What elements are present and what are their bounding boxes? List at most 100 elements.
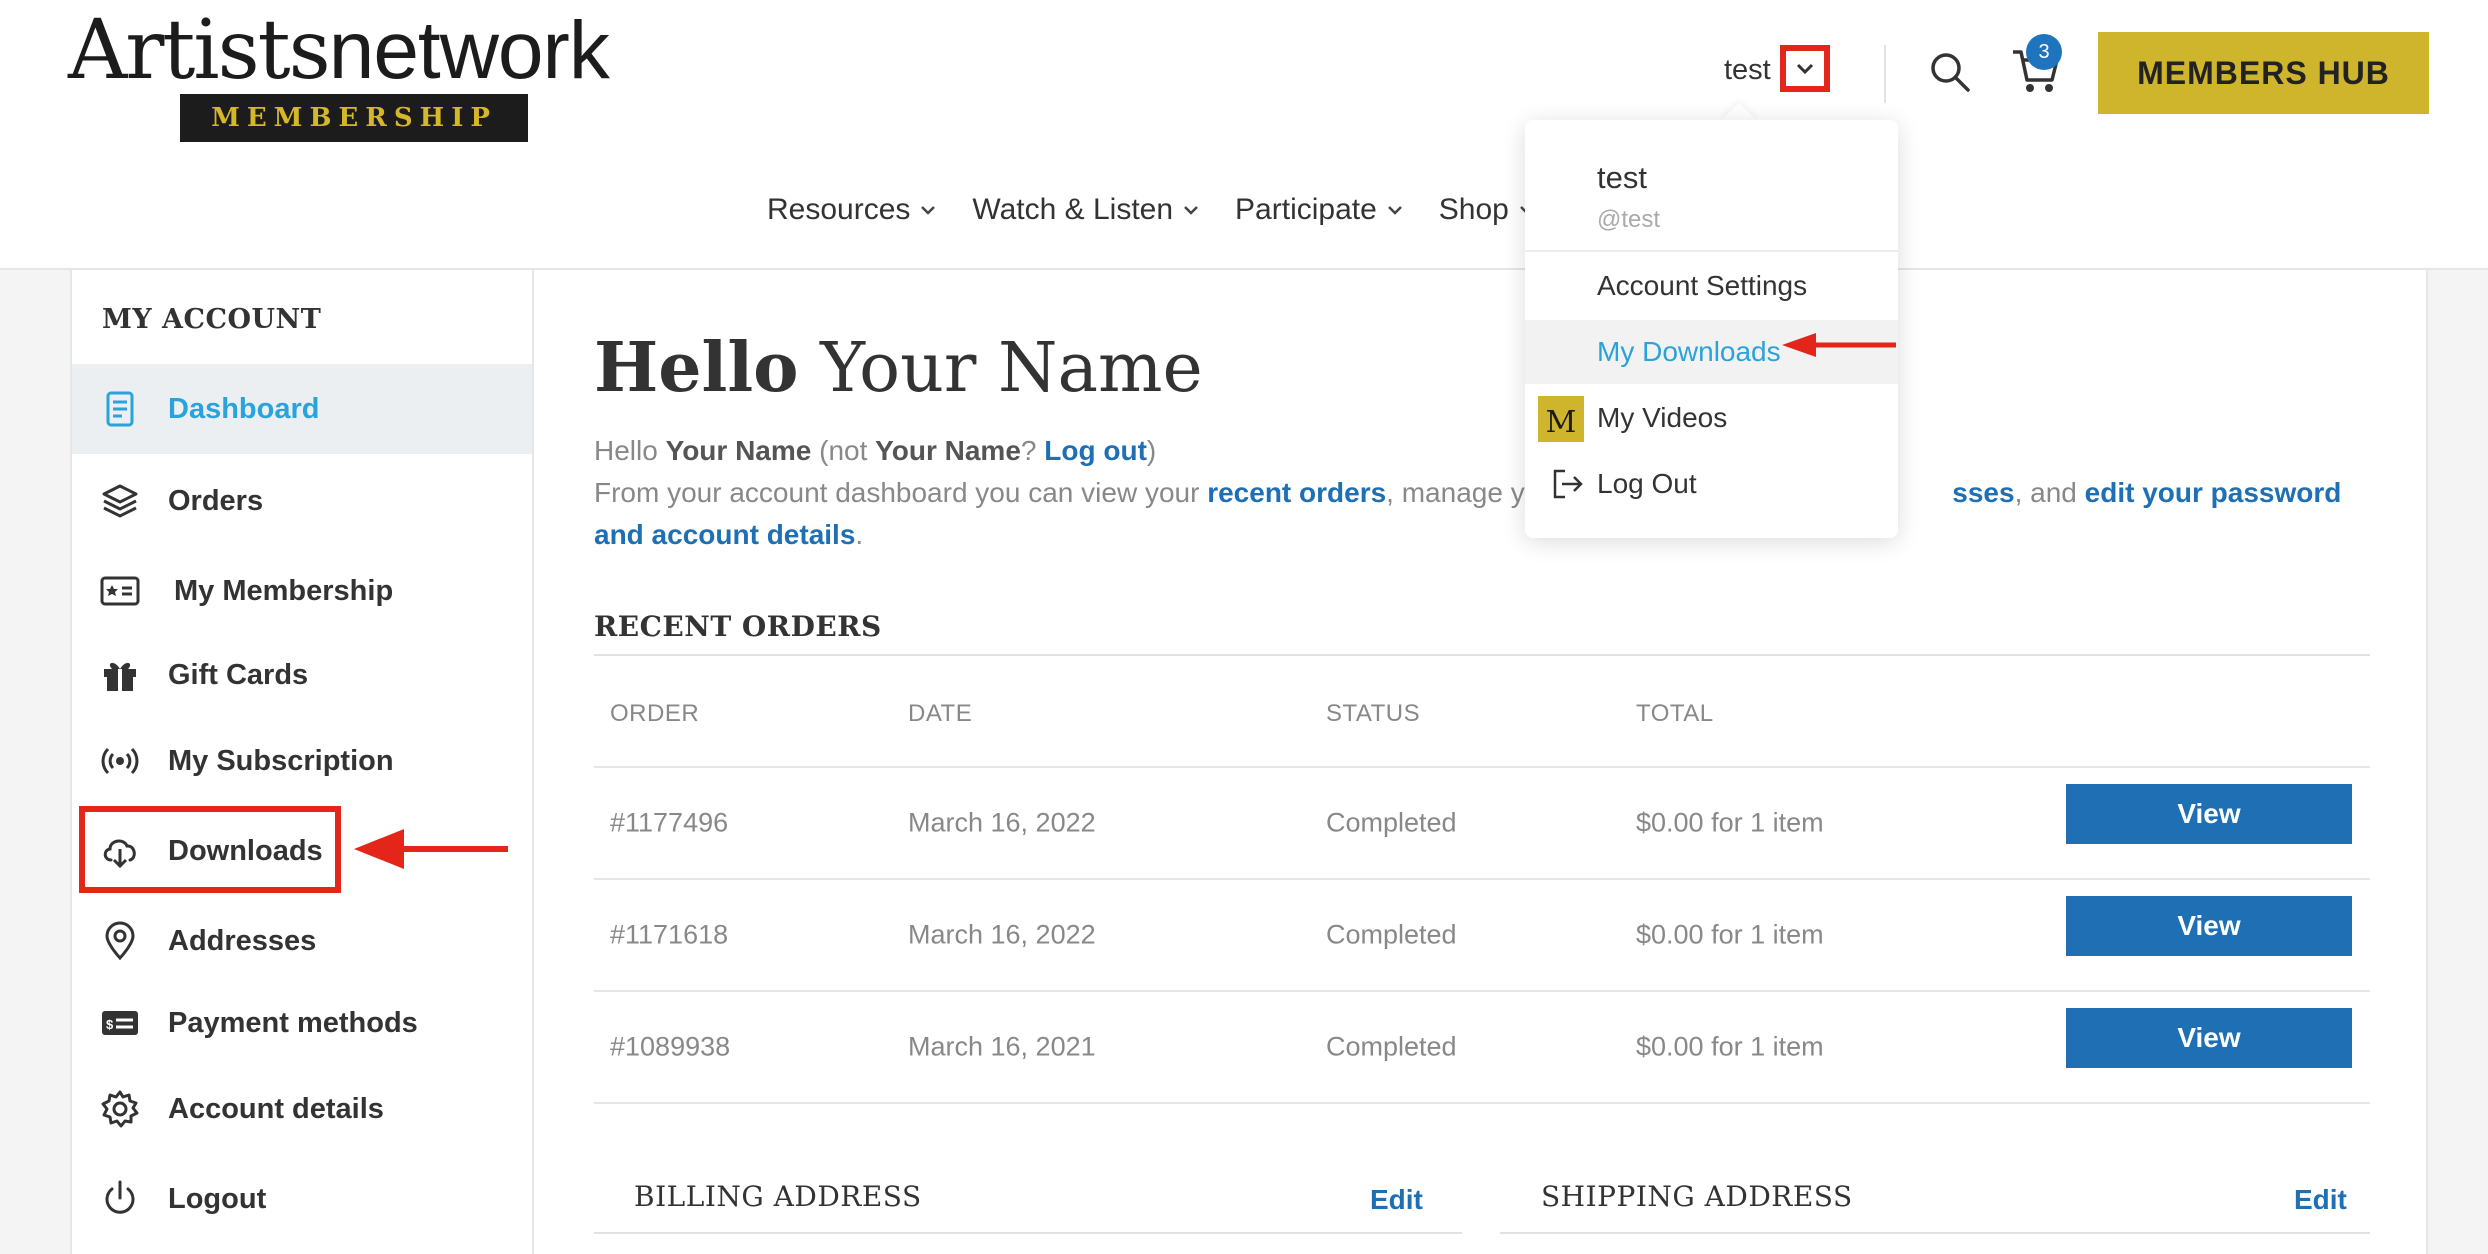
order-date: March 16, 2021 — [908, 1031, 1096, 1062]
power-icon — [105, 1180, 135, 1214]
sidebar-item-label: My Membership — [174, 574, 394, 607]
order-total: $0.00 for 1 item — [1636, 807, 1824, 838]
page-title: Hello Your Name — [594, 328, 1203, 408]
menu-item-account-settings[interactable]: Account Settings — [1525, 254, 1898, 318]
sidebar-item-account-details[interactable]: Account details — [72, 1064, 532, 1154]
intro-name: Your Name — [665, 435, 812, 466]
menu-item-log-out[interactable]: Log Out — [1525, 452, 1898, 516]
edit-shipping-link[interactable]: Edit — [2294, 1184, 2347, 1216]
menu-item-my-videos[interactable]: M My Videos — [1525, 386, 1898, 450]
order-date: March 16, 2022 — [908, 919, 1096, 950]
layers-icon — [102, 484, 138, 518]
order-number: #1089938 — [610, 1031, 731, 1062]
nav-label: Participate — [1235, 193, 1377, 226]
sidebar-item-logout[interactable]: Logout — [72, 1154, 532, 1244]
intro-text: (not — [819, 435, 868, 466]
search-button[interactable] — [1928, 50, 1972, 94]
sidebar-item-label: Addresses — [168, 924, 317, 957]
sidebar-item-label: Dashboard — [168, 392, 320, 425]
sidebar-item-addresses[interactable]: Addresses — [72, 896, 532, 986]
cart-count-badge: 3 — [2026, 34, 2062, 70]
addresses-link[interactable]: sses — [1952, 477, 2014, 508]
order-status: Completed — [1326, 919, 1457, 950]
nav-participate[interactable]: Participate — [1235, 193, 1403, 227]
dashboard-icon — [106, 391, 134, 427]
sidebar-item-label: My Subscription — [168, 744, 394, 777]
order-status: Completed — [1326, 1031, 1457, 1062]
column-header-order: ORDER — [610, 700, 700, 727]
nav-label: Resources — [767, 193, 911, 226]
intro-name: Your Name — [875, 435, 1021, 466]
sidebar-item-dashboard[interactable]: Dashboard — [72, 364, 532, 454]
sidebar-title: MY ACCOUNT — [102, 304, 322, 335]
nav-watch-listen[interactable]: Watch & Listen — [972, 193, 1199, 227]
divider — [594, 1102, 2370, 1104]
menu-item-label: Account Settings — [1597, 270, 1808, 301]
annotation-arrow-icon — [354, 829, 508, 869]
divider — [594, 1232, 1462, 1234]
intro-text: ? — [1020, 435, 1037, 466]
sidebar-item-orders[interactable]: Orders — [72, 456, 532, 546]
chevron-down-icon — [1184, 206, 1198, 215]
logo-text-bold: Artists — [68, 3, 331, 98]
membership-m-icon: M — [1538, 396, 1584, 442]
logout-icon — [1553, 469, 1583, 499]
nav-label: Watch & Listen — [972, 193, 1174, 226]
intro-text: . — [855, 519, 864, 550]
view-order-button[interactable]: View — [2066, 1008, 2352, 1068]
recent-orders-link[interactable]: recent orders — [1207, 477, 1386, 508]
view-order-button[interactable]: View — [2066, 896, 2352, 956]
logo-text-thin: network — [328, 5, 610, 96]
artists-network-logo[interactable]: Artistsnetwork MEMBERSHIP — [68, 10, 610, 142]
sidebar-item-label: Orders — [168, 484, 264, 517]
dropdown-username: test — [1597, 160, 1647, 195]
table-row: #1171618 March 16, 2022 Completed $0.00 … — [594, 878, 2370, 990]
user-menu-caret[interactable] — [1780, 45, 1830, 92]
nav-shop[interactable]: Shop — [1439, 193, 1535, 227]
greeting-bold: Hello — [594, 328, 799, 408]
billing-address-title: BILLING ADDRESS — [634, 1180, 922, 1213]
column-header-date: DATE — [908, 700, 973, 727]
sidebar-item-my-subscription[interactable]: My Subscription — [72, 716, 532, 806]
view-order-button[interactable]: View — [2066, 784, 2352, 844]
annotation-arrow-icon — [1782, 333, 1896, 357]
table-row: #1089938 March 16, 2021 Completed $0.00 … — [594, 990, 2370, 1102]
divider — [1500, 1232, 2370, 1234]
sidebar-item-label: Payment methods — [168, 1006, 418, 1039]
sidebar-item-label: Logout — [168, 1182, 267, 1215]
nav-resources[interactable]: Resources — [767, 193, 936, 227]
divider — [594, 654, 2370, 656]
site-header: Artistsnetwork MEMBERSHIP test 3 MEMBERS… — [0, 0, 2488, 270]
map-pin-icon — [105, 921, 135, 961]
gift-icon — [104, 662, 136, 691]
header-divider — [1884, 45, 1886, 103]
user-menu-toggle[interactable]: test — [1724, 40, 1771, 100]
edit-billing-link[interactable]: Edit — [1370, 1184, 1423, 1216]
gear-icon — [101, 1090, 139, 1128]
order-number: #1171618 — [610, 919, 729, 950]
order-date: March 16, 2022 — [908, 807, 1096, 838]
chevron-down-icon — [1796, 63, 1814, 74]
intro-text: ) — [1146, 435, 1157, 466]
column-header-status: STATUS — [1326, 700, 1421, 727]
header-username: test — [1724, 53, 1771, 86]
logout-link[interactable]: Log out — [1044, 435, 1147, 466]
svg-text:$: $ — [106, 1017, 114, 1032]
divider — [1525, 250, 1898, 252]
menu-item-label: My Videos — [1597, 402, 1728, 433]
shipping-address-title: SHIPPING ADDRESS — [1541, 1180, 1853, 1213]
logo-wordmark: Artistsnetwork — [68, 10, 610, 92]
chevron-down-icon — [921, 206, 936, 215]
members-hub-button[interactable]: MEMBERS HUB — [2098, 32, 2429, 114]
dashboard-intro: Hello Your Name (not Your Name? Log out)… — [594, 430, 2374, 556]
sidebar-item-my-membership[interactable]: My Membership — [72, 546, 532, 636]
sidebar-item-label: Account details — [168, 1092, 384, 1125]
sidebar-item-gift-cards[interactable]: Gift Cards — [72, 630, 532, 720]
order-status: Completed — [1326, 807, 1457, 838]
intro-text: , and — [2014, 477, 2077, 508]
sidebar-item-payment-methods[interactable]: $ Payment methods — [72, 978, 532, 1068]
intro-text: From your account dashboard you can view… — [594, 477, 1200, 508]
order-total: $0.00 for 1 item — [1636, 919, 1824, 950]
payment-card-icon: $ — [102, 1011, 138, 1035]
nav-label: Shop — [1438, 193, 1509, 226]
